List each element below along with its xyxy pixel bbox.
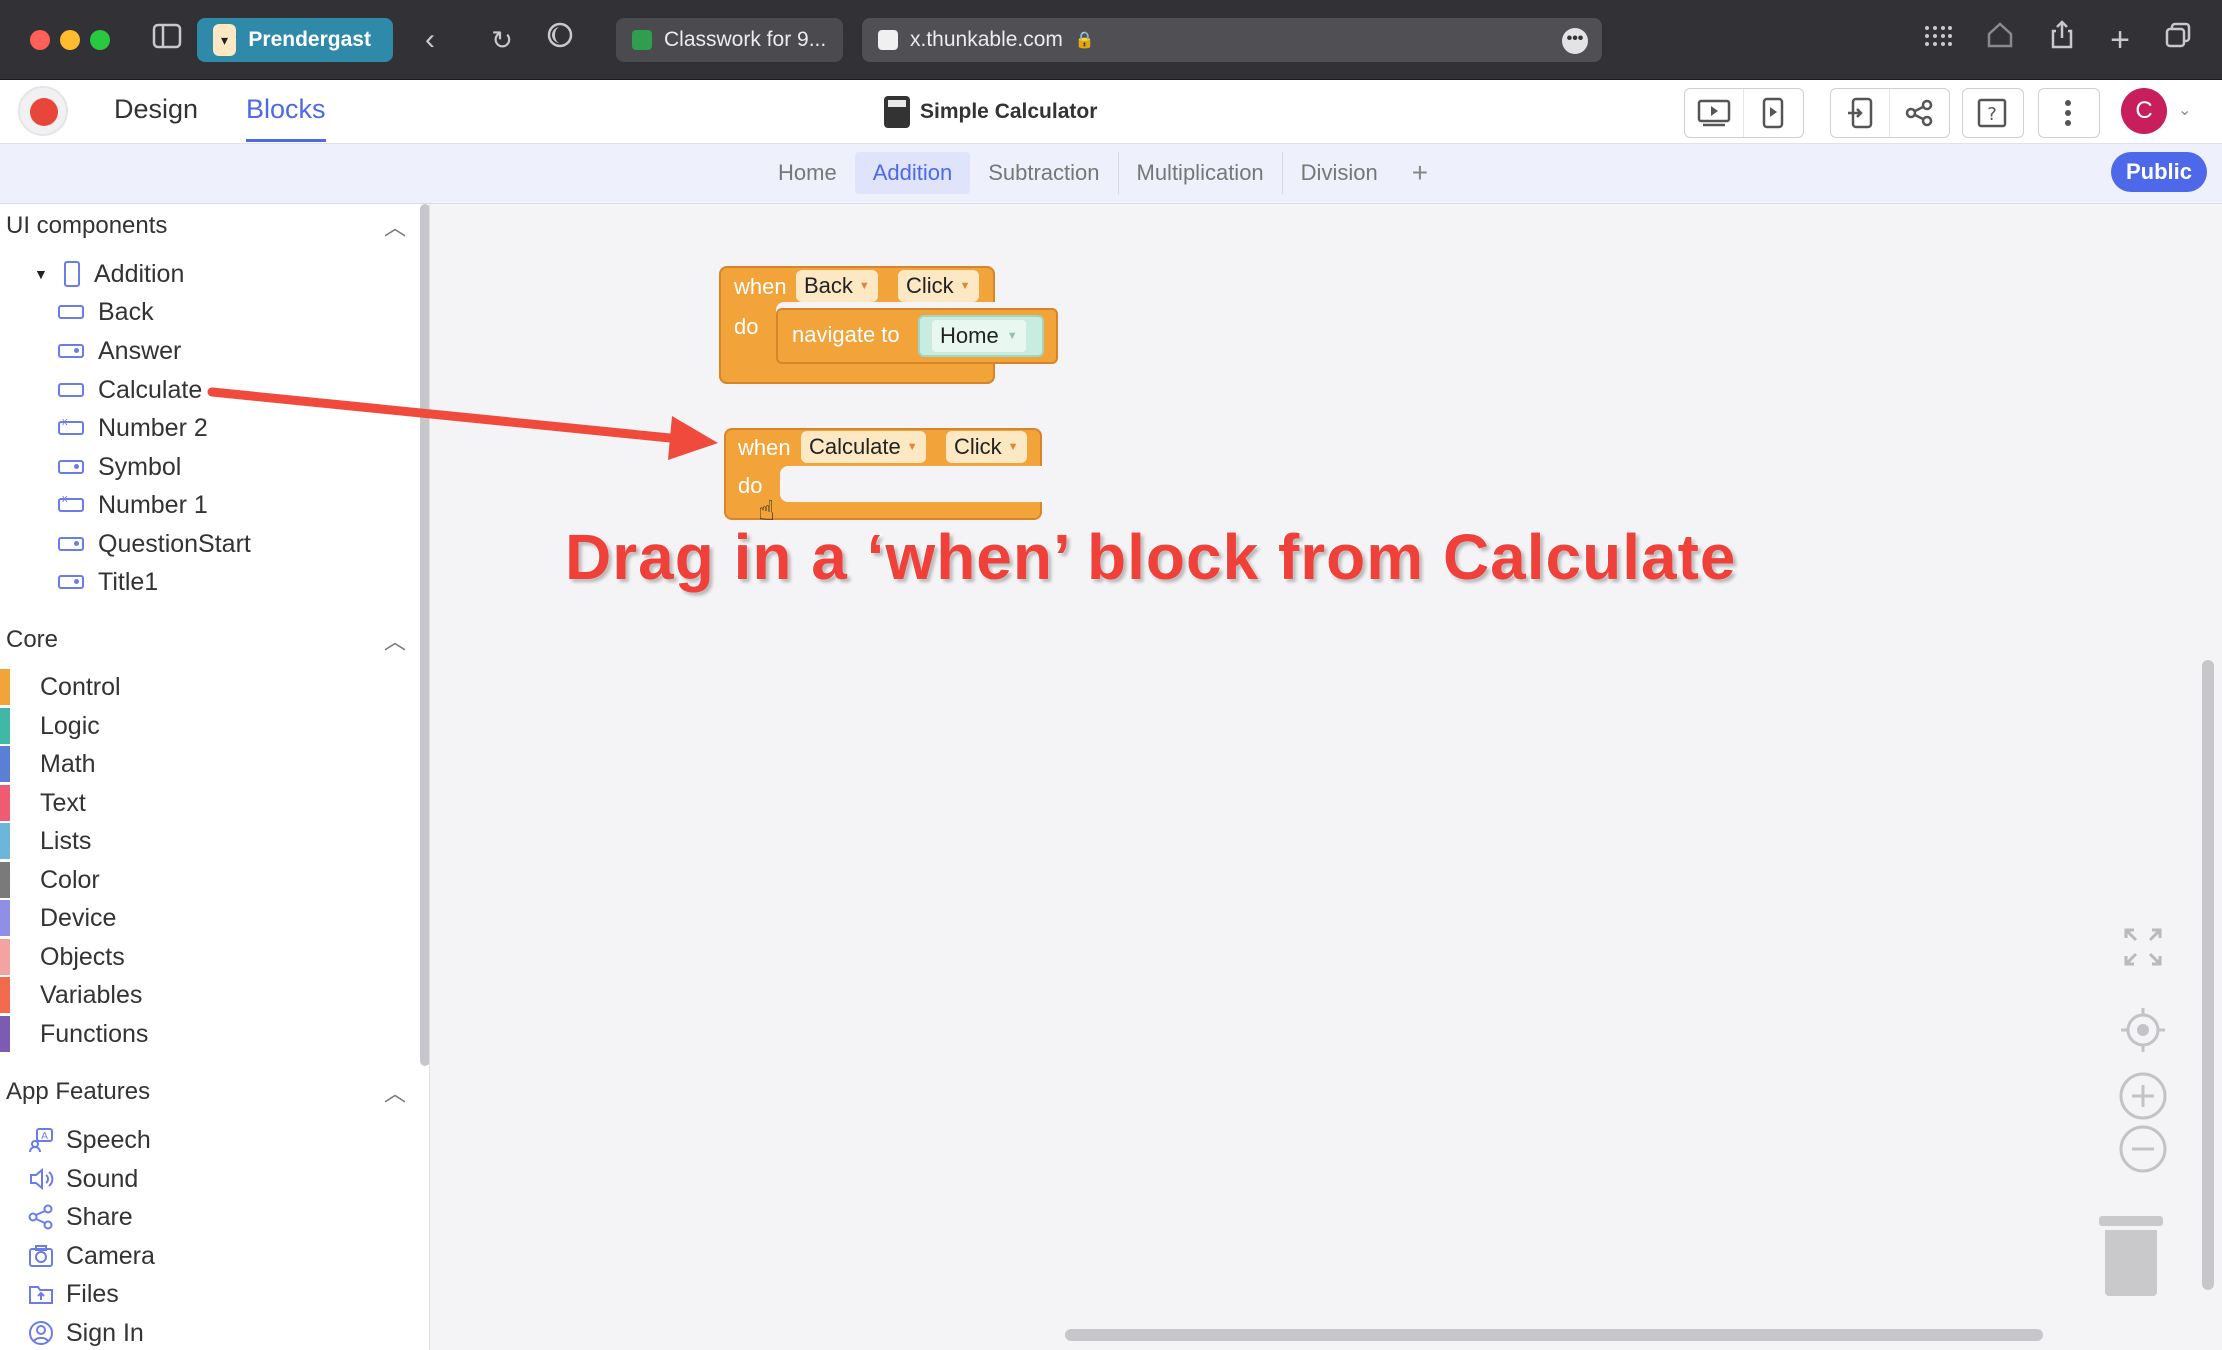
trash-icon[interactable]	[2099, 1216, 2163, 1296]
zoom-out-icon[interactable]	[2118, 1124, 2168, 1174]
trash-lid	[2099, 1216, 2163, 1226]
tutorial-annotation: Drag in a ‘when’ block from Calculate	[564, 520, 1737, 594]
recenter-icon[interactable]	[2119, 1006, 2167, 1054]
workspace-horizontal-scrollbar[interactable]	[1065, 1329, 2043, 1341]
zoom-in-icon[interactable]	[2118, 1071, 2168, 1121]
fullscreen-icon[interactable]	[2122, 926, 2164, 968]
trash-body	[2105, 1230, 2157, 1296]
tutorial-arrow-icon	[207, 387, 718, 460]
workspace-vertical-scrollbar[interactable]	[2202, 660, 2214, 1290]
